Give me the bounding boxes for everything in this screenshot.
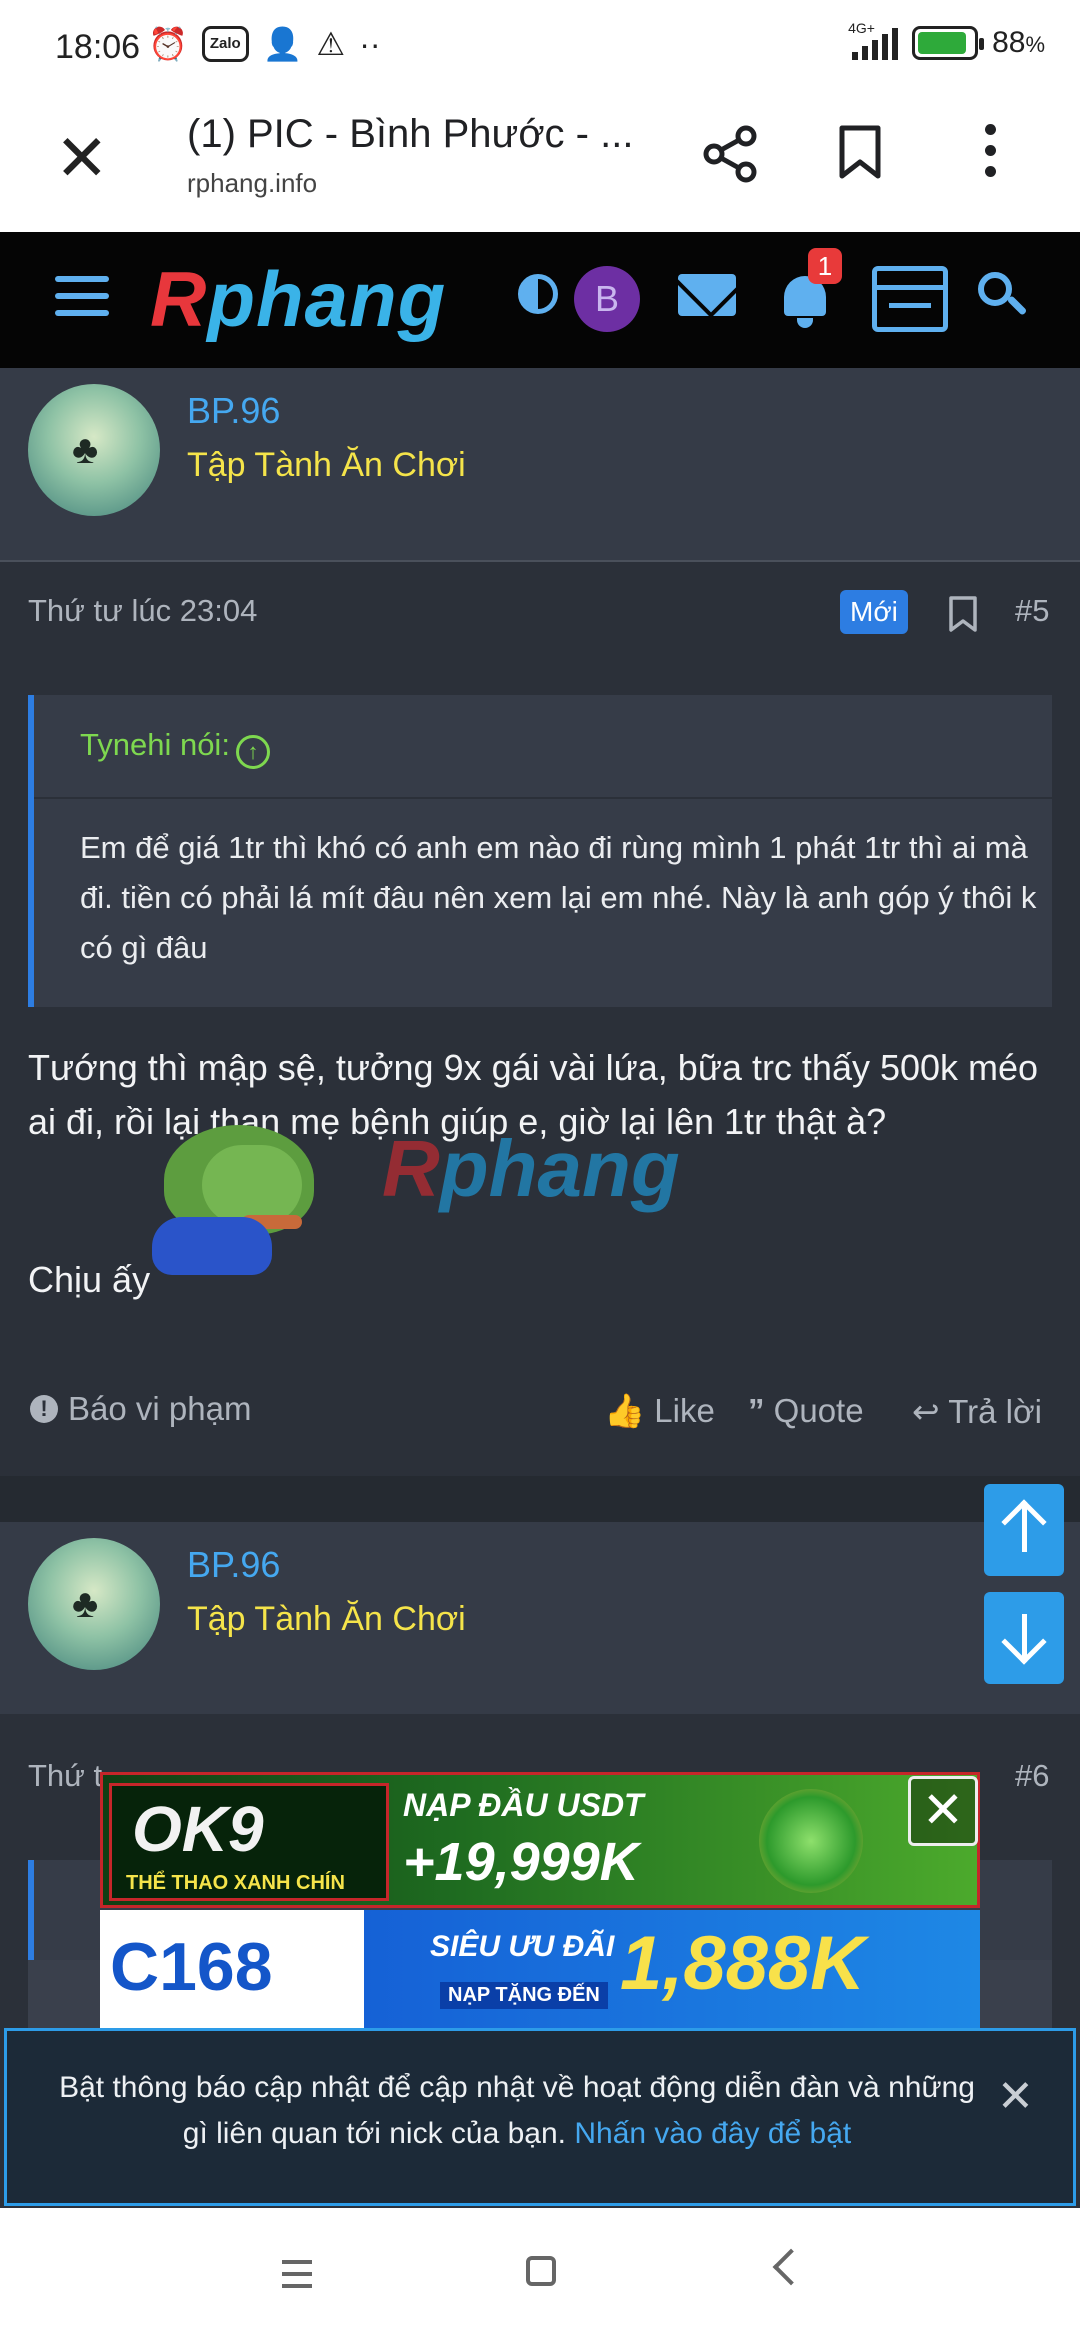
user-avatar[interactable] [28, 1538, 160, 1670]
battery-percent: 88% [992, 26, 1045, 59]
close-icon[interactable]: ✕ [997, 2071, 1034, 2122]
signal-icon: 4G+ [848, 20, 899, 60]
report-button[interactable]: ! Báo vi phạm [30, 1390, 251, 1428]
close-icon[interactable]: ✕ [55, 126, 109, 190]
post-actions: ! Báo vi phạm 👍 Like ” Quote ↩ Trả lời [0, 1344, 1080, 1474]
new-badge: Mới [840, 590, 908, 634]
divider [0, 560, 1080, 562]
user-title: Tập Tành Ăn Chơi [187, 446, 466, 484]
push-notice: Bật thông báo cập nhật để cập nhật về ho… [4, 2028, 1076, 2206]
watermark-logo: Rphang [382, 1124, 680, 1213]
more-notifications-icon: ·· [359, 26, 381, 62]
post-sign-text: Chịu ấy [28, 1259, 151, 1300]
post-date[interactable]: Thứ t [28, 1758, 102, 1794]
ad-close-button[interactable]: ✕ [908, 1776, 978, 1846]
alert-icon: ! [30, 1395, 58, 1423]
ad-promo-title: NẠP ĐẦU USDT [403, 1787, 644, 1823]
bookmark-icon[interactable] [838, 124, 882, 180]
share-icon[interactable] [700, 124, 760, 184]
scroll-to-bottom-button[interactable] [984, 1592, 1064, 1684]
reply-icon: ↩ [912, 1393, 949, 1430]
status-time: 18:06 [55, 28, 141, 66]
like-button[interactable]: 👍 Like [604, 1392, 715, 1431]
pepe-sticker [152, 1125, 322, 1275]
quote-text: Em để giá 1tr thì khó có anh em nào đi r… [80, 830, 1037, 965]
warning-icon: ⚠ [316, 26, 346, 62]
store-icon[interactable] [872, 266, 948, 332]
thumbs-up-icon: 👍 [604, 1392, 655, 1429]
username[interactable]: BP.96 [187, 1544, 280, 1586]
back-icon[interactable] [772, 2248, 810, 2286]
battery-icon [912, 26, 985, 60]
go-to-quote-icon[interactable]: ↑ [235, 735, 270, 769]
quote-button[interactable]: ” Quote [748, 1392, 864, 1430]
arrow-down-icon [1001, 1619, 1047, 1665]
username[interactable]: BP.96 [187, 390, 280, 432]
network-type: 4G+ [848, 20, 875, 36]
post-separator [0, 1476, 1080, 1522]
notice-text: Bật thông báo cập nhật để cập nhật về ho… [59, 2071, 975, 2150]
ad-promo-amount: 1,888K [620, 1921, 866, 2006]
scroll-to-top-button[interactable] [984, 1484, 1064, 1576]
quote-header[interactable]: Tynehi nói: ↑ [34, 695, 1052, 799]
recents-icon[interactable] [282, 2260, 312, 2288]
post-number[interactable]: #5 [1015, 593, 1049, 629]
notification-badge: 1 [808, 248, 842, 284]
home-icon[interactable] [526, 2256, 556, 2286]
post-user-block-2: BP.96 Tập Tành Ăn Chơi [0, 1522, 1080, 1714]
user-title: Tập Tành Ăn Chơi [187, 1600, 466, 1638]
post-bookmark-icon[interactable] [948, 595, 978, 633]
zalo-icon: Zalo [201, 26, 249, 62]
ok9-logo: OK9 THỂ THAO XANH CHÍN [109, 1783, 389, 1901]
ad-promo-title: SIÊU ƯU ĐÃI [430, 1930, 615, 1963]
status-bar: 18:06 ⏰ Zalo 👤 ⚠ ·· 4G+ 88% [0, 0, 1080, 92]
quote-icon: ” [748, 1392, 774, 1429]
reply-button[interactable]: ↩ Trả lời [912, 1392, 1042, 1431]
coin-icon [759, 1789, 863, 1893]
theme-toggle-icon[interactable] [518, 274, 558, 314]
mail-icon[interactable] [678, 274, 736, 316]
alarm-icon: ⏰ [148, 26, 188, 62]
site-header: Rphang B [0, 232, 1080, 368]
menu-icon[interactable] [55, 276, 109, 316]
post-number[interactable]: #6 [1015, 1758, 1049, 1794]
c168-logo: C168 [110, 1929, 273, 2005]
page-url[interactable]: rphang.info [187, 168, 317, 199]
enable-notifications-link[interactable]: Nhấn vào đây để bật [574, 2117, 851, 2150]
ad-ok9[interactable]: OK9 THỂ THAO XANH CHÍN NẠP ĐẦU USDT +19,… [100, 1772, 980, 1908]
arrow-up-icon [1001, 1499, 1047, 1545]
search-icon[interactable] [978, 272, 1028, 316]
post-body: Thứ tư lúc 23:04 Mới #5 Tynehi nói: ↑ Em … [0, 563, 1080, 1475]
quote-author[interactable]: Tynehi nói: ↑ [80, 727, 270, 769]
post-date[interactable]: Thứ tư lúc 23:04 [28, 593, 257, 629]
quote-block: Tynehi nói: ↑ Em để giá 1tr thì khó có an… [28, 695, 1052, 1007]
user-avatar[interactable] [28, 384, 160, 516]
browser-toolbar: ✕ (1) PIC - Bình Phước - ... rphang.info [0, 92, 1080, 232]
site-logo[interactable]: Rphang [150, 254, 446, 345]
add-contact-icon: 👤 [262, 26, 303, 62]
ad-banner[interactable]: OK9 THỂ THAO XANH CHÍN NẠP ĐẦU USDT +19,… [100, 1772, 980, 2028]
status-notification-icons: ⏰ Zalo 👤 ⚠ ·· [148, 22, 381, 66]
ad-promo-amount: +19,999K [403, 1832, 639, 1892]
system-nav-bar [0, 2208, 1080, 2340]
ad-promo-sub: NẠP TẶNG ĐẾN [440, 1982, 608, 2009]
page-title: (1) PIC - Bình Phước - ... [187, 112, 634, 156]
status-right: 4G+ 88% [848, 20, 1045, 60]
post-user-block: BP.96 Tập Tành Ăn Chơi [0, 368, 1080, 560]
ad-c168[interactable]: C168 SIÊU ƯU ĐÃI NẠP TẶNG ĐẾN 1,888K [100, 1910, 980, 2028]
more-options-icon[interactable] [978, 124, 1002, 177]
avatar[interactable]: B [574, 266, 640, 332]
